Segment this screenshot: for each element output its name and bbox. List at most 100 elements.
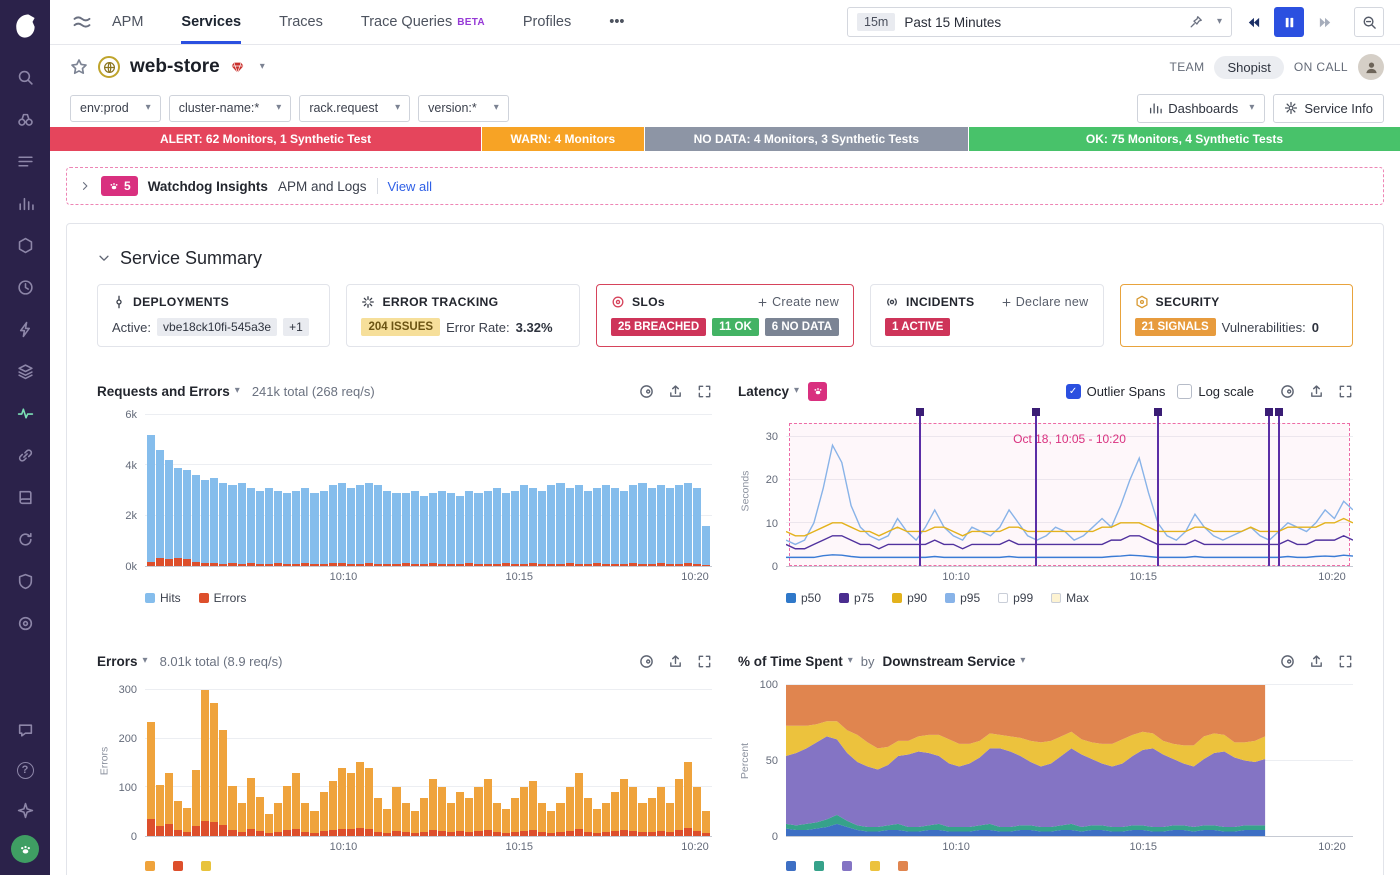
oncall-avatar[interactable]: [1358, 54, 1384, 80]
fullscreen-icon[interactable]: [697, 384, 712, 399]
legend-item[interactable]: [898, 861, 908, 871]
sidebar-item-metrics[interactable]: [8, 188, 42, 218]
caret-down-icon[interactable]: [1217, 17, 1222, 27]
deployment-marker[interactable]: [919, 408, 921, 566]
service-summary-header[interactable]: Service Summary: [97, 238, 1353, 278]
legend-item[interactable]: [145, 861, 155, 871]
sidebar-item-synthetics[interactable]: [8, 272, 42, 302]
signals-badge[interactable]: 21 SIGNALS: [1135, 318, 1216, 336]
nav-services[interactable]: Services: [181, 0, 241, 44]
legend-item[interactable]: [870, 861, 880, 871]
sidebar-item-events[interactable]: [8, 314, 42, 344]
pause-button[interactable]: [1274, 7, 1304, 37]
incidents-active-badge[interactable]: 1 ACTIVE: [885, 318, 950, 336]
bars-canvas[interactable]: [145, 685, 712, 836]
history-forward-button[interactable]: [1310, 7, 1340, 37]
filter-cluster[interactable]: cluster-name:*: [169, 95, 292, 122]
sidebar-item-logs[interactable]: [8, 482, 42, 512]
errors-plot-area[interactable]: [145, 685, 712, 837]
watchdog-monitor-icon[interactable]: [1280, 654, 1295, 669]
time-spent-plot-area[interactable]: [786, 685, 1353, 837]
filter-resource[interactable]: rack.request: [299, 95, 410, 122]
sidebar-item-settings[interactable]: [8, 608, 42, 638]
slos-card[interactable]: SLOs Create new 25 BREACHED 11 OK 6 NO D…: [596, 284, 854, 347]
sidebar-item-infrastructure[interactable]: [8, 356, 42, 386]
legend-item[interactable]: p95: [945, 591, 980, 605]
fullscreen-icon[interactable]: [1338, 654, 1353, 669]
chart-title[interactable]: Requests and Errors: [97, 384, 230, 399]
sidebar-item-ci[interactable]: [8, 524, 42, 554]
filter-env[interactable]: env:prod: [70, 95, 161, 122]
favorite-star-icon[interactable]: [70, 58, 88, 76]
dashboards-button[interactable]: Dashboards: [1137, 94, 1265, 123]
legend-item[interactable]: [786, 861, 796, 871]
legend-item[interactable]: [201, 861, 211, 871]
deployment-version-tag[interactable]: vbe18ck10fi-545a3e: [157, 318, 277, 336]
status-alert-segment[interactable]: ALERT: 62 Monitors, 1 Synthetic Test: [50, 127, 482, 151]
watchdog-monitor-icon[interactable]: [1280, 384, 1295, 399]
user-avatar[interactable]: [11, 835, 39, 863]
deployment-marker[interactable]: [1278, 408, 1280, 566]
service-info-button[interactable]: Service Info: [1273, 94, 1384, 123]
nav-profiles[interactable]: Profiles: [523, 0, 571, 44]
legend-item[interactable]: p50: [786, 591, 821, 605]
legend-item[interactable]: p99: [998, 591, 1033, 605]
legend-item[interactable]: [842, 861, 852, 871]
sidebar-item-service-map[interactable]: [8, 440, 42, 470]
chart-title[interactable]: % of Time Spent: [738, 654, 843, 669]
watchdog-monitor-icon[interactable]: [639, 654, 654, 669]
latency-plot-area[interactable]: Oct 18, 10:05 - 10:20: [786, 415, 1353, 567]
team-pill[interactable]: Shopist: [1214, 56, 1283, 79]
export-icon[interactable]: [1309, 384, 1324, 399]
chevron-right-icon[interactable]: [79, 180, 91, 192]
log-scale-checkbox[interactable]: [1177, 384, 1192, 399]
fullscreen-icon[interactable]: [1338, 384, 1353, 399]
legend-item[interactable]: Max: [1051, 591, 1089, 605]
export-icon[interactable]: [1309, 654, 1324, 669]
filter-version[interactable]: version:*: [418, 95, 509, 122]
watchdog-insights-banner[interactable]: 5 Watchdog Insights APM and Logs View al…: [66, 167, 1384, 205]
export-icon[interactable]: [668, 384, 683, 399]
nav-traces[interactable]: Traces: [279, 0, 323, 44]
legend-item[interactable]: p75: [839, 591, 874, 605]
requests-plot-area[interactable]: [145, 415, 712, 567]
status-nodata-segment[interactable]: NO DATA: 4 Monitors, 3 Synthetic Tests: [645, 127, 969, 151]
legend-item[interactable]: p90: [892, 591, 927, 605]
deployment-marker[interactable]: [1268, 408, 1270, 566]
sidebar-item-search[interactable]: [8, 62, 42, 92]
legend-item[interactable]: [173, 861, 183, 871]
deployments-card[interactable]: DEPLOYMENTS Active: vbe18ck10fi-545a3e +…: [97, 284, 330, 347]
status-warn-segment[interactable]: WARN: 4 Monitors: [482, 127, 645, 151]
export-icon[interactable]: [668, 654, 683, 669]
slo-nodata-badge[interactable]: 6 NO DATA: [765, 318, 839, 336]
watchdog-badge[interactable]: [808, 382, 827, 401]
sidebar-item-integrations[interactable]: [8, 230, 42, 260]
watchdog-monitor-icon[interactable]: [639, 384, 654, 399]
legend-item[interactable]: [814, 861, 824, 871]
status-ok-segment[interactable]: OK: 75 Monitors, 4 Synthetic Tests: [969, 127, 1400, 151]
incidents-card[interactable]: INCIDENTS Declare new 1 ACTIVE: [870, 284, 1103, 347]
issues-badge[interactable]: 204 ISSUES: [361, 318, 440, 336]
zoom-out-button[interactable]: [1354, 7, 1384, 37]
sidebar-item-watchdog[interactable]: [8, 104, 42, 134]
service-caret-icon[interactable]: [260, 62, 265, 72]
outlier-spans-checkbox[interactable]: [1066, 384, 1081, 399]
slo-breached-badge[interactable]: 25 BREACHED: [611, 318, 706, 336]
legend-item[interactable]: Errors: [199, 591, 247, 605]
chart-title[interactable]: Latency: [738, 384, 789, 399]
sidebar-item-security[interactable]: [8, 566, 42, 596]
fullscreen-icon[interactable]: [697, 654, 712, 669]
datadog-logo[interactable]: [11, 0, 39, 50]
create-new-slo-link[interactable]: Create new: [757, 295, 839, 309]
legend-item[interactable]: Hits: [145, 591, 181, 605]
nav-apm[interactable]: APM: [112, 0, 143, 44]
sidebar-item-upgrades[interactable]: [8, 795, 42, 825]
group-by-selector[interactable]: Downstream Service: [883, 654, 1016, 669]
security-card[interactable]: SECURITY 21 SIGNALS Vulnerabilities: 0: [1120, 284, 1353, 347]
slo-ok-badge[interactable]: 11 OK: [712, 318, 759, 336]
bars-canvas[interactable]: [145, 415, 712, 566]
sidebar-item-dashboards[interactable]: [8, 146, 42, 176]
deployment-marker[interactable]: [1157, 408, 1159, 566]
pin-icon[interactable]: [1189, 15, 1203, 29]
deployment-more-tag[interactable]: +1: [283, 318, 309, 336]
